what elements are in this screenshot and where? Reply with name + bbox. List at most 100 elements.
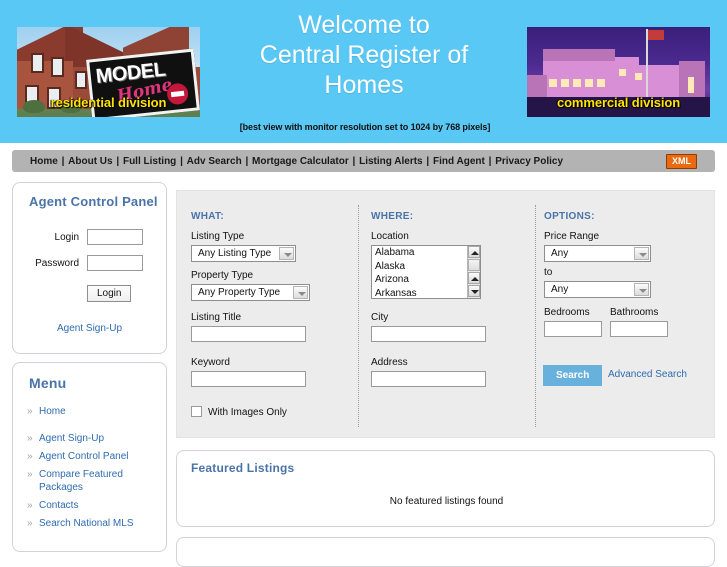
property-type-select[interactable]: Any Property Type bbox=[191, 284, 310, 301]
search-button[interactable]: Search bbox=[543, 365, 603, 386]
price-from-select[interactable]: Any bbox=[544, 245, 651, 262]
menu-item-label[interactable]: Agent Sign-Up bbox=[39, 432, 104, 445]
nav-separator: | bbox=[423, 155, 432, 167]
bathrooms-input[interactable] bbox=[610, 321, 668, 337]
nav-item-mortgage-calculator[interactable]: Mortgage Calculator bbox=[252, 156, 349, 167]
with-images-only-row[interactable]: With Images Only bbox=[191, 402, 287, 420]
listing-type-select[interactable]: Any Listing Type bbox=[191, 245, 296, 262]
city-label: City bbox=[371, 312, 389, 323]
title-line-2: Central Register of bbox=[259, 41, 469, 69]
login-label: Login bbox=[54, 231, 79, 243]
nav-links: Home | About Us | Full Listing | Adv Sea… bbox=[30, 156, 563, 167]
location-option[interactable]: Alaska bbox=[372, 260, 480, 274]
menu-item[interactable]: » Agent Control Panel bbox=[25, 450, 161, 463]
commercial-division-image: commercial division bbox=[527, 27, 710, 117]
residential-division-caption: residential division bbox=[50, 95, 167, 110]
menu-item[interactable]: » Home bbox=[25, 405, 161, 418]
nav-item-full-listing[interactable]: Full Listing bbox=[123, 156, 176, 167]
nav-item-find-agent[interactable]: Find Agent bbox=[433, 156, 485, 167]
menu-item[interactable]: » Contacts bbox=[25, 499, 161, 512]
location-option[interactable]: Alabama bbox=[372, 246, 480, 260]
menu-item-label[interactable]: Search National MLS bbox=[39, 517, 134, 530]
title-line-3: Homes bbox=[324, 71, 404, 99]
location-label: Location bbox=[371, 231, 409, 242]
login-row: Login bbox=[23, 229, 143, 245]
price-to-value: Any bbox=[551, 284, 569, 295]
menu-item[interactable]: » Agent Sign-Up bbox=[25, 432, 161, 445]
bottom-panel bbox=[176, 537, 715, 567]
nav-item-adv-search[interactable]: Adv Search bbox=[187, 156, 242, 167]
chevron-down-icon bbox=[279, 247, 294, 260]
bedrooms-label: Bedrooms bbox=[544, 307, 590, 318]
menu-item-label[interactable]: Compare Featured Packages bbox=[39, 468, 161, 494]
bedrooms-input[interactable] bbox=[544, 321, 602, 337]
nav-separator: | bbox=[485, 155, 495, 167]
nav-item-about-us[interactable]: About Us bbox=[68, 156, 112, 167]
scroll-up-icon[interactable] bbox=[468, 246, 480, 258]
agent-signup-link[interactable]: Agent Sign-Up bbox=[57, 323, 122, 334]
password-input[interactable] bbox=[87, 255, 143, 271]
listing-type-label: Listing Type bbox=[191, 231, 245, 242]
menu-item[interactable]: » Compare Featured Packages bbox=[25, 468, 161, 494]
price-to-label: to bbox=[544, 267, 553, 278]
menu-title: Menu bbox=[29, 375, 67, 391]
xml-feed-badge[interactable]: XML bbox=[666, 154, 697, 169]
chevron-right-icon: » bbox=[27, 500, 33, 511]
chevron-right-icon: » bbox=[27, 518, 33, 529]
nav-separator: | bbox=[242, 155, 252, 167]
featured-listings-title: Featured Listings bbox=[191, 461, 295, 475]
chevron-right-icon: » bbox=[27, 451, 33, 462]
page-title: Welcome to Central Register of Homes bbox=[205, 10, 523, 100]
site-header: MODEL Home residential division Welcome … bbox=[0, 0, 727, 143]
scroll-up-icon-2[interactable] bbox=[468, 272, 480, 284]
address-input[interactable] bbox=[371, 371, 486, 387]
property-type-label: Property Type bbox=[191, 270, 254, 281]
menu-item-label[interactable]: Home bbox=[39, 405, 66, 418]
divider-where-options bbox=[535, 205, 536, 427]
login-button[interactable]: Login bbox=[87, 285, 132, 302]
nav-separator: | bbox=[113, 155, 122, 167]
menu-item[interactable]: » Search National MLS bbox=[25, 517, 161, 530]
location-listbox[interactable]: Alabama Alaska Arizona Arkansas bbox=[371, 245, 481, 299]
nav-separator: | bbox=[349, 155, 359, 167]
featured-listings-panel: Featured Listings No featured listings f… bbox=[176, 450, 715, 527]
price-range-label: Price Range bbox=[544, 231, 600, 242]
listing-type-value: Any Listing Type bbox=[198, 248, 272, 259]
property-type-value: Any Property Type bbox=[198, 287, 281, 298]
keyword-input[interactable] bbox=[191, 371, 306, 387]
commercial-division-caption: commercial division bbox=[556, 95, 681, 110]
password-label: Password bbox=[35, 257, 79, 269]
price-to-select[interactable]: Any bbox=[544, 281, 651, 298]
where-heading: WHERE: bbox=[371, 211, 414, 222]
nav-item-home[interactable]: Home bbox=[30, 156, 58, 167]
nav-separator: | bbox=[58, 155, 68, 167]
nav-item-listing-alerts[interactable]: Listing Alerts bbox=[359, 156, 423, 167]
with-images-only-checkbox[interactable] bbox=[191, 406, 202, 417]
title-line-1: Welcome to bbox=[298, 11, 430, 39]
residential-division-image: MODEL Home residential division bbox=[17, 27, 200, 117]
price-from-value: Any bbox=[551, 248, 569, 259]
scroll-down-icon[interactable] bbox=[468, 285, 480, 297]
options-heading: OPTIONS: bbox=[544, 211, 595, 222]
keyword-label: Keyword bbox=[191, 357, 230, 368]
advanced-search-link[interactable]: Advanced Search bbox=[608, 369, 687, 380]
location-scrollbar[interactable] bbox=[467, 246, 480, 298]
city-input[interactable] bbox=[371, 326, 486, 342]
menu-list: » Home» Agent Sign-Up» Agent Control Panel»… bbox=[25, 405, 161, 535]
search-panel: WHAT: Listing Type Any Listing Type Prop… bbox=[176, 190, 715, 438]
location-options: Alabama Alaska Arizona Arkansas bbox=[372, 246, 480, 299]
scrollbar-thumb[interactable] bbox=[468, 259, 480, 271]
login-input[interactable] bbox=[87, 229, 143, 245]
chevron-right-icon: » bbox=[27, 433, 33, 444]
listing-title-input[interactable] bbox=[191, 326, 306, 342]
chevron-down-icon bbox=[634, 283, 649, 296]
menu-item-label[interactable]: Agent Control Panel bbox=[39, 450, 129, 463]
agent-control-panel-title: Agent Control Panel bbox=[29, 194, 158, 209]
chevron-down-icon bbox=[634, 247, 649, 260]
location-option[interactable]: Arkansas bbox=[372, 287, 480, 299]
nav-separator: | bbox=[177, 155, 186, 167]
menu-item-label[interactable]: Contacts bbox=[39, 499, 78, 512]
nav-item-privacy-policy[interactable]: Privacy Policy bbox=[495, 156, 563, 167]
location-option[interactable]: Arizona bbox=[372, 273, 480, 287]
what-heading: WHAT: bbox=[191, 211, 224, 222]
